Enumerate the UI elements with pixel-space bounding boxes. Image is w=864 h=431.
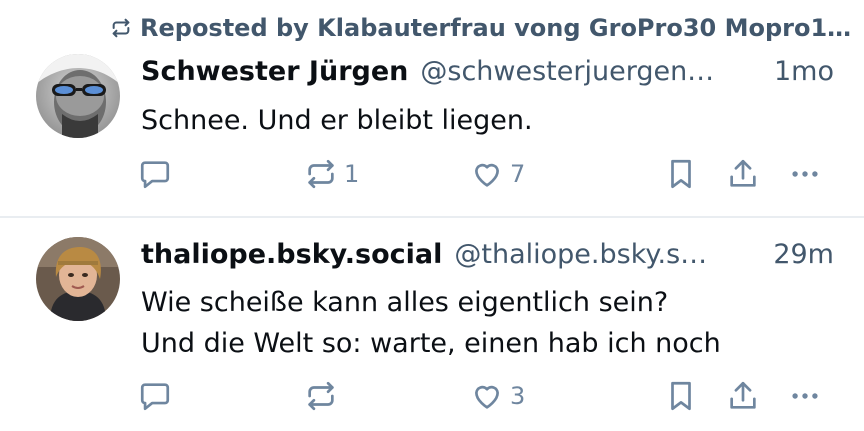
feed-post[interactable]: Reposted by Klabauterfrau vong GroPro30 …	[0, 0, 864, 217]
bookmark-icon	[671, 159, 691, 189]
heart-icon	[475, 385, 499, 409]
more-icon	[792, 171, 818, 177]
post-text-line: Und die Welt so: warte, einen hab ich no…	[141, 328, 721, 359]
author-handle[interactable]: @thaliope.bsky.s…	[454, 239, 755, 270]
like-button[interactable]: 3	[470, 376, 525, 416]
post-actions: 3	[0, 376, 864, 416]
repost-count: 1	[344, 160, 360, 188]
author-name[interactable]: Schwester Jürgen	[141, 56, 408, 87]
bookmark-icon	[671, 381, 691, 411]
repost-icon	[308, 381, 334, 411]
share-button[interactable]	[726, 376, 760, 416]
avatar[interactable]	[36, 54, 120, 138]
author-name[interactable]: thaliope.bsky.social	[141, 239, 442, 270]
reply-icon	[140, 161, 170, 189]
feed-post[interactable]: thaliope.bsky.social @thaliope.bsky.s… 2…	[0, 218, 864, 431]
repost-label: Reposted by Klabauterfrau vong GroPro30 …	[140, 14, 852, 42]
like-count: 3	[510, 382, 526, 410]
repost-indicator[interactable]: Reposted by Klabauterfrau vong GroPro30 …	[110, 14, 851, 42]
reply-button[interactable]	[138, 376, 178, 416]
share-button[interactable]	[726, 154, 760, 194]
repost-icon	[112, 18, 130, 38]
post-time[interactable]: 29m	[773, 239, 834, 270]
post-text: Schnee. Und er bleibt liegen.	[141, 100, 533, 141]
heart-icon	[475, 163, 499, 187]
post-actions: 1 7	[0, 154, 864, 194]
post-text-line: Wie scheiße kann alles eigentlich sein?	[141, 287, 669, 318]
repost-button[interactable]	[304, 376, 344, 416]
avatar[interactable]	[36, 237, 120, 321]
author-handle[interactable]: @schwesterjuergen…	[420, 56, 768, 87]
reply-icon	[140, 383, 170, 411]
more-options-button[interactable]	[788, 376, 822, 416]
post-header: thaliope.bsky.social @thaliope.bsky.s… 2…	[141, 239, 834, 270]
post-time[interactable]: 1mo	[774, 56, 834, 87]
bookmark-button[interactable]	[664, 376, 698, 416]
like-button[interactable]: 7	[470, 154, 525, 194]
share-icon	[730, 381, 756, 409]
more-options-button[interactable]	[788, 154, 822, 194]
share-icon	[730, 159, 756, 187]
repost-icon	[308, 159, 334, 189]
repost-button[interactable]: 1	[304, 154, 359, 194]
like-count: 7	[510, 160, 526, 188]
post-text-line: Schnee. Und er bleibt liegen.	[141, 105, 533, 136]
post-header: Schwester Jürgen @schwesterjuergen… 1mo	[141, 56, 834, 87]
more-icon	[792, 393, 818, 399]
reply-button[interactable]	[138, 154, 178, 194]
bookmark-button[interactable]	[664, 154, 698, 194]
post-text: Wie scheiße kann alles eigentlich sein? …	[141, 282, 721, 364]
